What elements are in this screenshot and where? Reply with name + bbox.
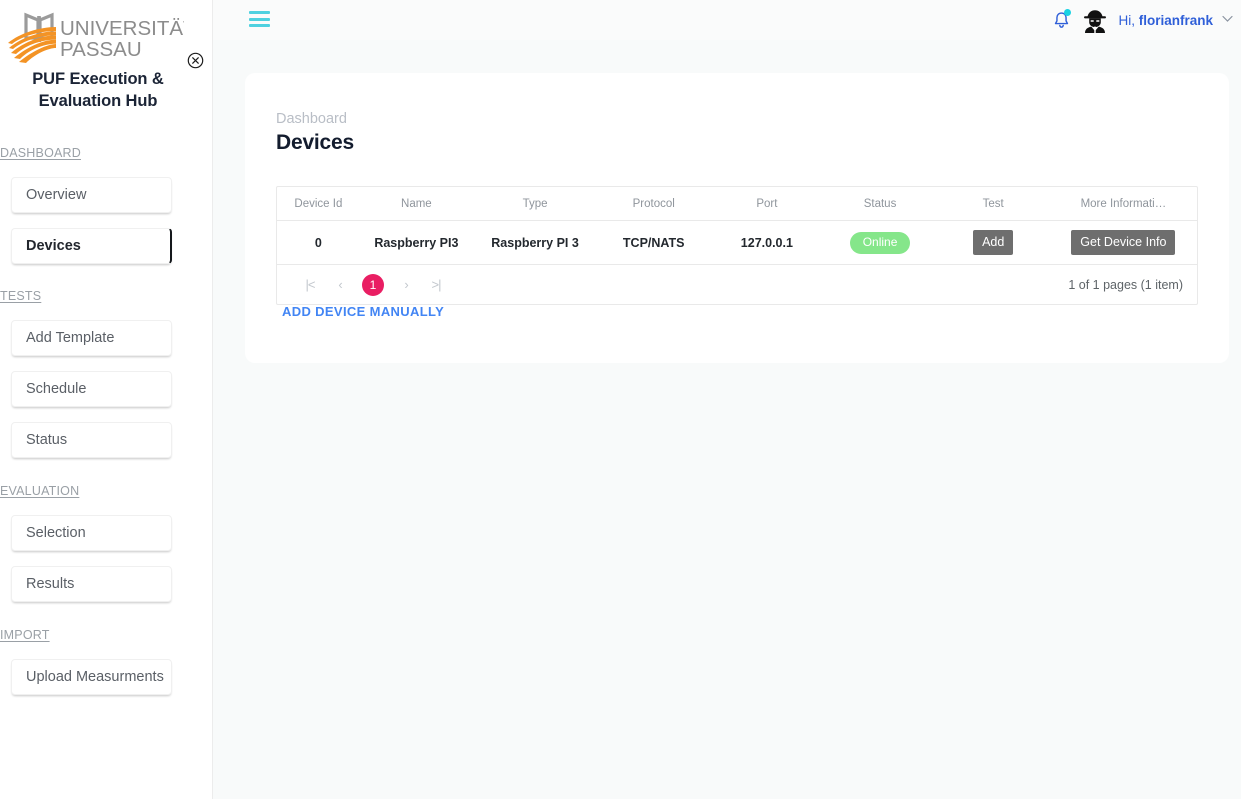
sidebar-heading-import: IMPORT [0,628,50,642]
user-greeting: Hi, florianfrank [1118,13,1213,28]
sidebar-item-selection[interactable]: Selection [11,515,172,551]
pagination-first-button[interactable]: |< [295,277,325,292]
table-header-row: Device Id Name Type Protocol Port Status… [277,187,1197,221]
pagination: |< ‹ 1 › >| 1 of 1 pages (1 item) [277,265,1197,304]
pagination-next-button[interactable]: › [391,277,421,292]
sidebar-item-upload-measurments[interactable]: Upload Measurments [11,659,172,695]
breadcrumb[interactable]: Dashboard [276,111,347,127]
table-row[interactable]: 0 Raspberry PI3 Raspberry PI 3 TCP/NATS … [277,220,1197,265]
devices-table-body: 0 Raspberry PI3 Raspberry PI 3 TCP/NATS … [277,220,1197,265]
sidebar-item-label: Overview [26,187,87,203]
cell-protocol: TCP/NATS [597,220,711,265]
header-right-group: Hi, florianfrank [1044,0,1233,40]
notification-bell-icon[interactable] [1044,3,1078,37]
add-test-button[interactable]: Add [973,230,1014,255]
top-header-bar: Hi, florianfrank [213,0,1241,40]
sidebar-heading-dashboard: DASHBOARD [0,146,81,160]
add-device-manually-link[interactable]: ADD DEVICE MANUALLY [282,304,444,319]
sidebar-item-label: Selection [26,525,86,541]
sidebar-item-label: Devices [26,238,81,254]
column-header-more-information[interactable]: More Informati… [1049,187,1197,221]
sidebar-item-label: Status [26,432,68,448]
greeting-prefix: Hi, [1118,12,1135,28]
app-title: PUF Execution & Evaluation Hub [32,70,164,110]
column-header-port[interactable]: Port [710,187,824,221]
app-root: UNIVERSITÄT PASSAU PUF Execution & Evalu… [0,0,1241,799]
sidebar-heading-tests: TESTS [0,289,42,303]
university-passau-logo: UNIVERSITÄT PASSAU [6,8,184,66]
devices-table-container: Device Id Name Type Protocol Port Status… [276,186,1198,305]
username-label: florianfrank [1138,12,1213,28]
sidebar-section-evaluation: EVALUATION Selection Results [0,484,212,602]
column-header-protocol[interactable]: Protocol [597,187,711,221]
sidebar-item-status[interactable]: Status [11,422,172,458]
sidebar-item-add-template[interactable]: Add Template [11,320,172,356]
get-device-info-button[interactable]: Get Device Info [1071,230,1176,255]
cell-status: Online [823,220,937,265]
sidebar-item-schedule[interactable]: Schedule [11,371,172,407]
spy-avatar-icon[interactable] [1080,5,1110,35]
sidebar-item-label: Add Template [26,330,115,346]
sidebar-item-label: Results [26,576,75,592]
sidebar-heading-evaluation: EVALUATION [0,484,80,498]
chevron-down-icon[interactable] [1222,14,1233,26]
devices-panel: Dashboard Devices Device Id Name Type Pr… [245,73,1229,363]
cell-port: 127.0.0.1 [710,220,824,265]
column-header-status[interactable]: Status [823,187,937,221]
cell-type: Raspberry PI 3 [472,220,598,265]
main-content-area: Dashboard Devices Device Id Name Type Pr… [213,40,1241,799]
sidebar: UNIVERSITÄT PASSAU PUF Execution & Evalu… [0,0,213,799]
hamburger-menu-icon[interactable] [249,11,270,27]
sidebar-section-tests: TESTS Add Template Schedule Status [0,289,212,458]
svg-text:PASSAU: PASSAU [60,38,142,61]
column-header-type[interactable]: Type [472,187,598,221]
sidebar-item-label: Upload Measurments [26,669,164,685]
devices-table-head: Device Id Name Type Protocol Port Status… [277,187,1197,221]
cell-name: Raspberry PI3 [359,220,473,265]
sidebar-item-label: Schedule [26,381,87,397]
sidebar-section-dashboard: DASHBOARD Overview Devices [0,146,212,264]
pagination-current-page[interactable]: 1 [362,273,384,296]
column-header-name[interactable]: Name [359,187,473,221]
sidebar-item-overview[interactable]: Overview [11,177,172,213]
pagination-prev-button[interactable]: ‹ [325,277,355,292]
sidebar-item-devices[interactable]: Devices [11,228,172,264]
sidebar-item-results[interactable]: Results [11,566,172,602]
pagination-info: 1 of 1 pages (1 item) [1068,277,1183,292]
devices-table: Device Id Name Type Protocol Port Status… [277,187,1197,265]
cell-test: Add [936,220,1050,265]
column-header-device-id[interactable]: Device Id [277,187,360,221]
sidebar-section-import: IMPORT Upload Measurments [0,628,212,695]
svg-text:UNIVERSITÄT: UNIVERSITÄT [60,17,184,40]
column-header-test[interactable]: Test [936,187,1050,221]
close-circle-icon[interactable] [187,52,204,69]
status-badge: Online [849,231,911,254]
cell-device-id: 0 [277,220,360,265]
page-title: Devices [276,131,354,154]
pagination-last-button[interactable]: >| [421,277,451,292]
cell-more-information: Get Device Info [1049,220,1197,265]
